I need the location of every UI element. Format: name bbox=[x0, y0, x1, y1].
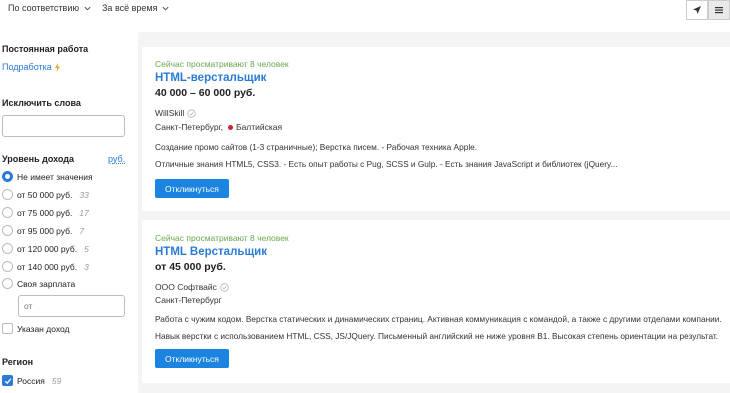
sort-label: По соответствию bbox=[8, 3, 80, 13]
company-name[interactable]: ООО Софтвайс bbox=[155, 282, 229, 292]
region-option[interactable]: Россия 59 bbox=[2, 375, 61, 386]
map-view-button[interactable] bbox=[686, 0, 708, 20]
income-option[interactable]: Своя зарплата bbox=[2, 278, 75, 289]
company-label: WillSkill bbox=[155, 108, 185, 118]
top-toolbar: По соответствию За всё время bbox=[0, 0, 730, 32]
metro-station: Балтийская bbox=[236, 122, 283, 132]
income-option[interactable]: от 140 000 руб. 3 bbox=[2, 261, 89, 272]
period-label: За всё время bbox=[102, 3, 158, 13]
vacancy-card: Сейчас просматривают 8 человек HTML Верс… bbox=[142, 220, 730, 383]
side-job-link[interactable]: Подработка bbox=[2, 62, 61, 72]
radio-button[interactable] bbox=[2, 261, 13, 272]
income-option-label: от 75 000 руб. bbox=[17, 207, 73, 218]
side-job-label: Подработка bbox=[2, 62, 52, 72]
vacancy-salary: от 45 000 руб. bbox=[155, 261, 226, 273]
company-label: ООО Софтвайс bbox=[155, 282, 217, 292]
city-label: Санкт-Петербург, bbox=[155, 122, 223, 132]
income-specified-label: Указан доход bbox=[17, 323, 70, 334]
vacancy-requirements: Навык верстки с использованием HTML, CSS… bbox=[155, 331, 719, 341]
viewers-notice: Сейчас просматривают 8 человек bbox=[155, 233, 289, 243]
vacancy-salary: 40 000 – 60 000 руб. bbox=[155, 87, 256, 99]
checkbox[interactable] bbox=[2, 375, 13, 386]
income-option-count: 17 bbox=[79, 207, 89, 218]
region-heading: Регион bbox=[2, 357, 33, 367]
income-level-heading: Уровень дохода bbox=[2, 154, 75, 164]
vacancy-responsibilities: Создание промо сайтов (1-3 страничные); … bbox=[155, 142, 478, 152]
respond-button[interactable]: Откликнуться bbox=[155, 349, 229, 368]
radio-button[interactable] bbox=[2, 243, 13, 254]
verified-icon bbox=[187, 108, 196, 118]
income-option[interactable]: от 120 000 руб. 5 bbox=[2, 243, 89, 254]
income-option-label: Своя зарплата bbox=[17, 278, 76, 289]
vacancy-title-link[interactable]: HTML Верстальщик bbox=[155, 246, 267, 258]
lightning-icon bbox=[54, 62, 60, 72]
region-option-count: 59 bbox=[51, 375, 62, 386]
radio-button[interactable] bbox=[2, 225, 13, 236]
company-name[interactable]: WillSkill bbox=[155, 108, 196, 118]
radio-button[interactable] bbox=[2, 278, 13, 289]
chevron-down-icon bbox=[162, 6, 170, 11]
respond-button[interactable]: Откликнуться bbox=[155, 179, 229, 198]
currency-selector[interactable]: руб. bbox=[108, 154, 125, 164]
list-view-button[interactable] bbox=[708, 0, 730, 20]
vacancy-responsibilities: Работа с чужим кодом. Верстка статически… bbox=[155, 314, 722, 324]
location-arrow-icon bbox=[693, 6, 701, 14]
income-option[interactable]: от 75 000 руб. 17 bbox=[2, 207, 89, 218]
verified-icon bbox=[220, 282, 229, 292]
permanent-work-heading: Постоянная работа bbox=[2, 44, 89, 54]
metro-icon bbox=[228, 124, 233, 130]
vacancy-title-link[interactable]: HTML-верстальщик bbox=[155, 72, 266, 84]
exclude-words-heading: Исключить слова bbox=[2, 98, 81, 108]
income-option[interactable]: от 95 000 руб. 7 bbox=[2, 225, 84, 236]
income-option-label: от 50 000 руб. bbox=[17, 189, 73, 200]
income-option[interactable]: от 50 000 руб. 33 bbox=[2, 189, 89, 200]
checkmark-icon bbox=[4, 377, 11, 384]
radio-button[interactable] bbox=[2, 189, 13, 200]
region-option-label: Россия bbox=[17, 375, 45, 386]
income-option-count: 3 bbox=[84, 261, 89, 272]
exclude-words-input[interactable] bbox=[2, 115, 125, 137]
sort-dropdown[interactable]: По соответствию bbox=[8, 3, 92, 13]
income-option-label: от 95 000 руб. bbox=[17, 225, 73, 236]
income-option-count: 7 bbox=[79, 225, 85, 236]
vacancy-requirements: Отличные знания HTML5, CSS3. - Есть опыт… bbox=[155, 159, 618, 169]
list-icon bbox=[715, 7, 723, 14]
income-specified-checkbox-row[interactable]: Указан доход bbox=[2, 323, 69, 334]
income-option-count: 33 bbox=[79, 189, 89, 200]
viewers-notice: Сейчас просматривают 8 человек bbox=[155, 59, 289, 69]
own-salary-input[interactable] bbox=[18, 295, 125, 317]
income-option-label: от 140 000 руб. bbox=[17, 261, 78, 272]
city-label: Санкт-Петербург bbox=[155, 295, 222, 305]
income-option-label: от 120 000 руб. bbox=[17, 243, 78, 254]
view-switcher bbox=[686, 0, 730, 20]
period-dropdown[interactable]: За всё время bbox=[102, 3, 170, 13]
vacancy-location: Санкт-Петербург bbox=[155, 295, 222, 305]
radio-button[interactable] bbox=[2, 171, 13, 182]
vacancy-card: Сейчас просматривают 8 человек HTML-верс… bbox=[142, 47, 730, 211]
income-option[interactable]: Не имеет значения bbox=[2, 171, 93, 182]
radio-button[interactable] bbox=[2, 207, 13, 218]
income-option-label: Не имеет значения bbox=[17, 171, 93, 182]
income-option-count: 5 bbox=[84, 243, 89, 254]
chevron-down-icon bbox=[84, 6, 91, 11]
checkbox[interactable] bbox=[2, 323, 13, 334]
filters-sidebar: Постоянная работа Подработка Исключить с… bbox=[0, 32, 138, 393]
vacancy-location: Санкт-Петербург, Балтийская bbox=[155, 122, 282, 132]
